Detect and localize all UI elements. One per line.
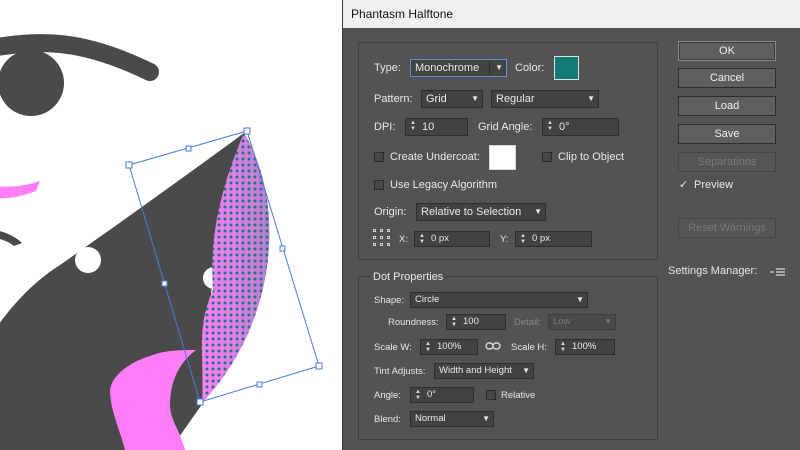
legacy-algorithm-label: Use Legacy Algorithm [390, 179, 497, 191]
chevron-down-icon: ▼ [495, 63, 503, 72]
chevron-down-icon: ▼ [482, 414, 490, 423]
chevron-down-icon: ▼ [534, 207, 542, 216]
stepper-arrows-icon[interactable]: ▲ ▼ [423, 341, 433, 353]
detail-label: Detail: [514, 317, 541, 328]
stepper-arrows-icon[interactable]: ▲ ▼ [417, 233, 427, 245]
dot-properties-title: Dot Properties [370, 271, 447, 283]
roundness-label: Roundness: [388, 317, 439, 328]
origin-x-value: 0 px [431, 233, 449, 244]
angle-label: Angle: [374, 390, 401, 401]
scale-h-value: 100% [572, 341, 597, 352]
menu-lines-icon[interactable] [770, 266, 786, 278]
save-button[interactable]: Save [678, 124, 776, 144]
tint-adjusts-value: Width and Height [439, 365, 512, 376]
clip-to-object-label: Clip to Object [558, 151, 625, 163]
relative-label: Relative [501, 390, 536, 401]
scale-w-value: 100% [437, 341, 462, 352]
clip-to-object-checkbox[interactable] [542, 152, 552, 162]
chevron-down-icon: ▼ [587, 94, 595, 103]
pattern-label: Pattern: [374, 93, 413, 105]
separations-button[interactable]: Separations [678, 152, 776, 172]
preview-check-icon[interactable]: ✓ [679, 178, 688, 191]
create-undercoat-checkbox[interactable] [374, 152, 384, 162]
create-undercoat-label: Create Undercoat: [390, 151, 480, 163]
phantasm-halftone-dialog: Phantasm Halftone Type: Monochrome ▼ Col… [342, 0, 800, 450]
load-button[interactable]: Load [678, 96, 776, 116]
type-value: Monochrome [415, 62, 480, 74]
stepper-arrows-icon[interactable]: ▲ ▼ [545, 120, 555, 132]
angle-stepper[interactable]: ▲ ▼ 0° [410, 387, 474, 403]
shape-value: Circle [415, 294, 440, 305]
origin-y-value: 0 px [532, 233, 550, 244]
dialog-title: Phantasm Halftone [343, 0, 800, 28]
origin-value: Relative to Selection [421, 206, 522, 218]
blend-label: Blend: [374, 414, 401, 425]
scale-h-label: Scale H: [511, 342, 547, 353]
tint-adjusts-dropdown[interactable]: Width and Height ▼ [434, 363, 534, 379]
origin-dropdown[interactable]: Relative to Selection ▼ [416, 203, 546, 221]
angle-value: 0° [427, 389, 437, 400]
dpi-label: DPI: [374, 121, 396, 133]
grid-angle-value: 0° [559, 121, 570, 133]
undercoat-swatch[interactable] [489, 145, 516, 170]
dark-accent [0, 231, 22, 246]
roundness-stepper[interactable]: ▲ ▼ 100 [446, 314, 506, 330]
shape-dropdown[interactable]: Circle ▼ [410, 292, 588, 308]
reset-warnings-button[interactable]: Reset Warnings [678, 218, 776, 238]
notch-circle-a [75, 247, 101, 273]
preview-label: Preview [694, 179, 734, 191]
stepper-arrows-icon[interactable]: ▲ ▼ [518, 233, 528, 245]
relative-checkbox[interactable] [486, 390, 496, 400]
pattern-sub-value: Regular [496, 93, 535, 105]
type-label: Type: [374, 62, 401, 74]
origin-y-stepper[interactable]: ▲ ▼ 0 px [515, 231, 592, 247]
ok-button[interactable]: OK [678, 41, 776, 61]
scale-w-stepper[interactable]: ▲ ▼ 100% [420, 339, 478, 355]
grid-angle-stepper[interactable]: ▲ ▼ 0° [542, 118, 619, 136]
scale-h-stepper[interactable]: ▲ ▼ 100% [555, 339, 615, 355]
dark-circle [0, 50, 64, 116]
blend-dropdown[interactable]: Normal ▼ [410, 411, 494, 427]
detail-dropdown[interactable]: Low ▼ [548, 314, 616, 330]
chevron-down-icon: ▼ [522, 366, 530, 375]
blend-value: Normal [415, 413, 446, 424]
origin-label: Origin: [374, 206, 407, 218]
dpi-stepper[interactable]: ▲ ▼ 10 [405, 118, 468, 136]
artwork-canvas[interactable] [0, 0, 342, 450]
type-dropdown[interactable]: Monochrome ▼ [410, 59, 507, 77]
legacy-algorithm-checkbox[interactable] [374, 180, 384, 190]
stepper-arrows-icon[interactable]: ▲ ▼ [408, 120, 418, 132]
chevron-down-icon: ▼ [471, 94, 479, 103]
pattern-value: Grid [426, 93, 447, 105]
tint-adjusts-label: Tint Adjusts: [374, 366, 426, 377]
grid-angle-label: Grid Angle: [478, 121, 533, 133]
origin-y-label: Y: [500, 234, 509, 245]
dpi-value: 10 [422, 121, 435, 133]
pattern-dropdown[interactable]: Grid ▼ [421, 90, 483, 108]
origin-x-label: X: [399, 234, 408, 245]
shape-label: Shape: [374, 295, 405, 306]
color-label: Color: [515, 62, 545, 74]
cancel-button[interactable]: Cancel [678, 68, 776, 88]
origin-grid-icon[interactable] [373, 229, 391, 247]
pink-stroke-left [0, 181, 40, 199]
chevron-down-icon: ▼ [576, 295, 584, 304]
chevron-down-icon: ▼ [604, 317, 612, 326]
settings-manager-label: Settings Manager: [668, 265, 758, 277]
link-chain-icon[interactable] [485, 340, 501, 352]
stepper-arrows-icon[interactable]: ▲ ▼ [449, 316, 459, 328]
roundness-value: 100 [463, 316, 479, 327]
pattern-sub-dropdown[interactable]: Regular ▼ [491, 90, 599, 108]
detail-value: Low [553, 316, 571, 327]
origin-x-stepper[interactable]: ▲ ▼ 0 px [414, 231, 490, 247]
stepper-arrows-icon[interactable]: ▲ ▼ [558, 341, 568, 353]
color-swatch[interactable] [554, 56, 579, 80]
stepper-arrows-icon[interactable]: ▲ ▼ [413, 389, 423, 401]
artwork-svg [0, 34, 323, 450]
scale-w-label: Scale W: [374, 342, 412, 353]
